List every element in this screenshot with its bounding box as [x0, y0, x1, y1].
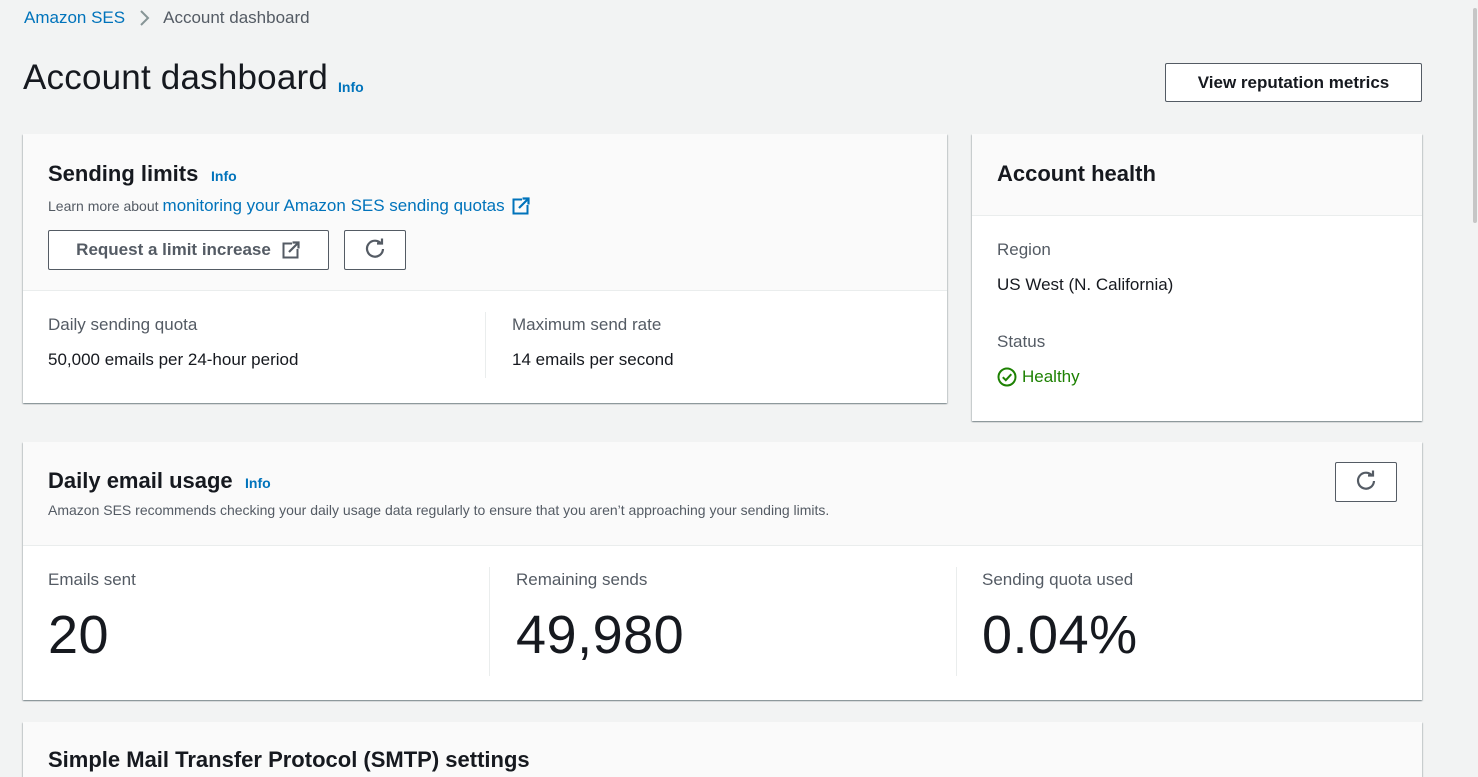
account-health-header: Account health	[972, 134, 1422, 216]
column-divider	[956, 567, 957, 676]
sending-limits-card: Sending limits Info Learn more about mon…	[23, 134, 947, 403]
breadcrumb-amazon-ses[interactable]: Amazon SES	[24, 8, 125, 28]
sending-quota-used-value: 0.04%	[982, 605, 1138, 665]
request-limit-increase-button[interactable]: Request a limit increase	[48, 230, 329, 270]
sending-limits-title: Sending limits	[48, 161, 199, 186]
refresh-daily-usage-button[interactable]	[1335, 462, 1397, 502]
sending-quota-used-label: Sending quota used	[982, 570, 1134, 589]
emails-sent-value: 20	[48, 605, 110, 665]
refresh-icon	[1355, 469, 1377, 496]
daily-email-usage-info-link[interactable]: Info	[245, 475, 271, 491]
check-circle-icon	[997, 367, 1017, 387]
daily-email-usage-description: Amazon SES recommends checking your dail…	[48, 502, 830, 518]
max-send-rate-value: 14 emails per second	[512, 350, 674, 369]
page-info-link[interactable]: Info	[338, 79, 364, 95]
sending-limits-header: Sending limits Info Learn more about mon…	[23, 134, 947, 291]
request-limit-increase-label: Request a limit increase	[76, 240, 271, 259]
breadcrumb: Amazon SES Account dashboard	[24, 8, 310, 28]
external-link-icon[interactable]	[511, 196, 531, 216]
daily-sending-quota-value: 50,000 emails per 24-hour period	[48, 350, 299, 369]
status-indicator: Healthy	[997, 367, 1080, 387]
max-send-rate-label: Maximum send rate	[512, 315, 662, 334]
remaining-sends-value: 49,980	[516, 605, 685, 665]
column-divider	[485, 312, 486, 378]
daily-email-usage-header: Daily email usage Info Amazon SES recomm…	[23, 442, 1422, 546]
sending-limits-info-link[interactable]: Info	[211, 168, 237, 184]
daily-sending-quota-label: Daily sending quota	[48, 315, 198, 334]
account-health-card: Account health Region US West (N. Califo…	[972, 134, 1422, 421]
smtp-settings-title: Simple Mail Transfer Protocol (SMTP) set…	[48, 747, 530, 772]
smtp-settings-header: Simple Mail Transfer Protocol (SMTP) set…	[23, 722, 1422, 777]
refresh-icon	[364, 237, 386, 264]
account-health-title: Account health	[997, 161, 1156, 186]
learn-more-prefix: Learn more about	[48, 198, 159, 214]
page-scrollbar-thumb[interactable]	[1473, 8, 1477, 223]
remaining-sends-label: Remaining sends	[516, 570, 648, 589]
breadcrumb-current: Account dashboard	[163, 8, 310, 27]
page-title: Account dashboard	[23, 58, 329, 97]
daily-email-usage-card: Daily email usage Info Amazon SES recomm…	[23, 442, 1422, 700]
status-label: Status	[997, 332, 1046, 351]
status-value: Healthy	[1022, 367, 1080, 386]
ses-account-dashboard-page: Amazon SES Account dashboard Account das…	[0, 0, 1478, 777]
sending-quotas-link[interactable]: monitoring your Amazon SES sending quota…	[163, 196, 505, 216]
daily-email-usage-title: Daily email usage	[48, 468, 233, 493]
region-value: US West (N. California)	[997, 275, 1174, 294]
view-reputation-metrics-button[interactable]: View reputation metrics	[1165, 63, 1422, 102]
refresh-sending-limits-button[interactable]	[344, 230, 406, 270]
external-link-icon	[281, 240, 301, 260]
sending-limits-learn-more: Learn more about monitoring your Amazon …	[48, 196, 531, 216]
chevron-right-icon	[139, 9, 151, 27]
emails-sent-label: Emails sent	[48, 570, 136, 589]
smtp-settings-card: Simple Mail Transfer Protocol (SMTP) set…	[23, 722, 1422, 777]
column-divider	[489, 567, 490, 676]
region-label: Region	[997, 240, 1051, 259]
